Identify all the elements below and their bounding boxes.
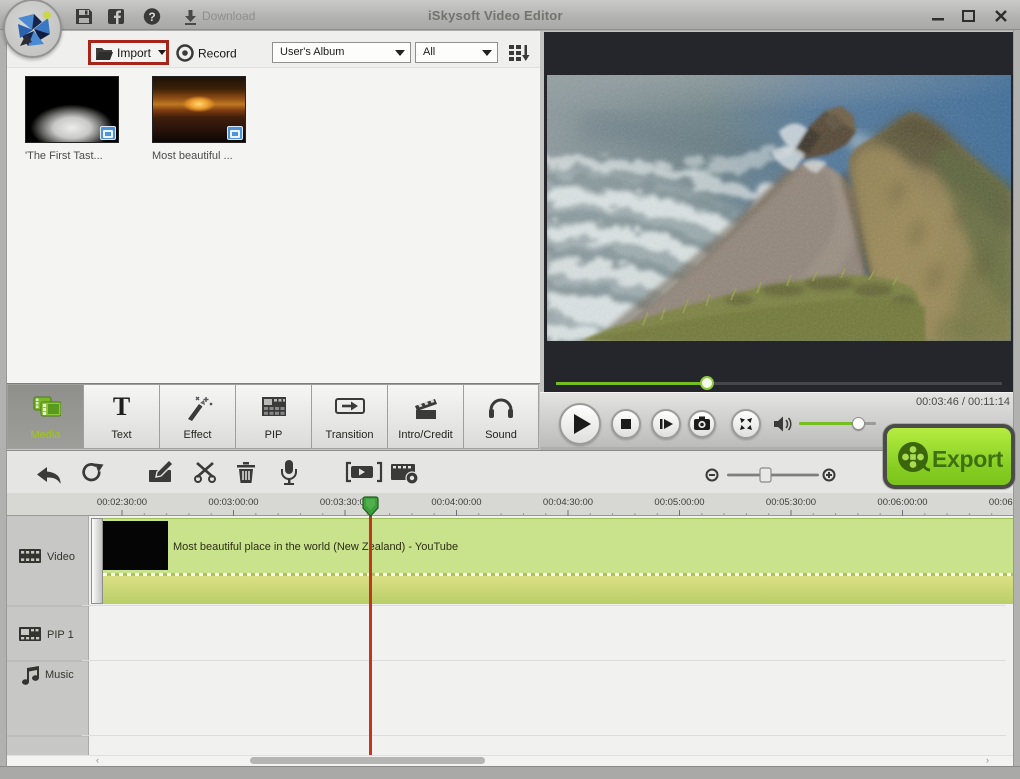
- svg-text:00:05:30:00: 00:05:30:00: [766, 497, 816, 508]
- svg-text:Import: Import: [117, 46, 152, 60]
- svg-text:Video: Video: [47, 551, 75, 563]
- svg-text:00:06:00:00: 00:06:00:00: [877, 497, 927, 508]
- svg-text:?: ?: [148, 10, 155, 24]
- svg-text:Record: Record: [198, 47, 237, 61]
- svg-text:PIP 1: PIP 1: [47, 629, 74, 641]
- svg-text:Music: Music: [45, 669, 74, 681]
- svg-text:00:06:30:00: 00:06:30:00: [989, 497, 1013, 508]
- svg-text:00:02:30:00: 00:02:30:00: [97, 497, 147, 508]
- svg-text:00:03:00:00: 00:03:00:00: [208, 497, 258, 508]
- svg-text:00:04:00:00: 00:04:00:00: [431, 497, 481, 508]
- svg-text:00:04:30:00: 00:04:30:00: [543, 497, 593, 508]
- svg-text:00:05:00:00: 00:05:00:00: [654, 497, 704, 508]
